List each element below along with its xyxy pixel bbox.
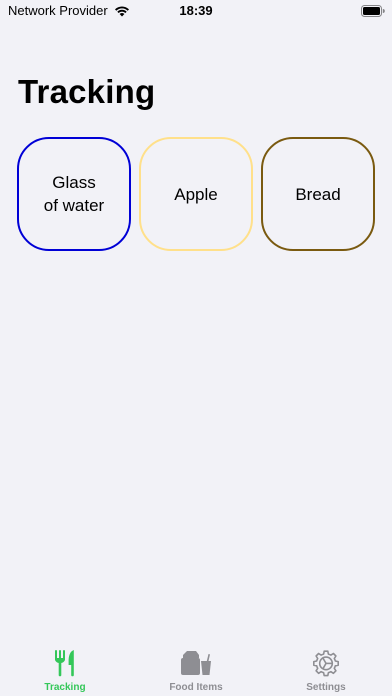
battery-icon [361,5,385,17]
status-bar: Network Provider 18:39 [0,0,392,24]
food-card-apple[interactable]: Apple [139,137,253,251]
status-time: 18:39 [179,3,213,18]
food-card-bread[interactable]: Bread [261,137,375,251]
fork-knife-icon [55,650,74,677]
grocery-bag-icon [181,651,211,675]
tab-food-items[interactable]: Food Items [131,641,261,696]
tracking-screen: Network Provider 18:39 Tracking Glass of… [0,0,392,696]
food-card-glass-of-water[interactable]: Glass of water [17,137,131,251]
page-title: Tracking [18,73,156,110]
food-card-label: Apple [174,184,218,204]
tab-label: Food Items [169,682,223,693]
tab-settings[interactable]: Settings [261,641,391,696]
tab-bar: Tracking Food Items Settings [0,641,392,696]
food-card-label: Bread [295,184,341,204]
gear-icon [313,650,339,677]
food-card-label: Glass of water [43,173,105,215]
tab-label: Tracking [44,682,86,693]
tab-label: Settings [306,682,346,693]
tab-tracking[interactable]: Tracking [0,641,130,696]
